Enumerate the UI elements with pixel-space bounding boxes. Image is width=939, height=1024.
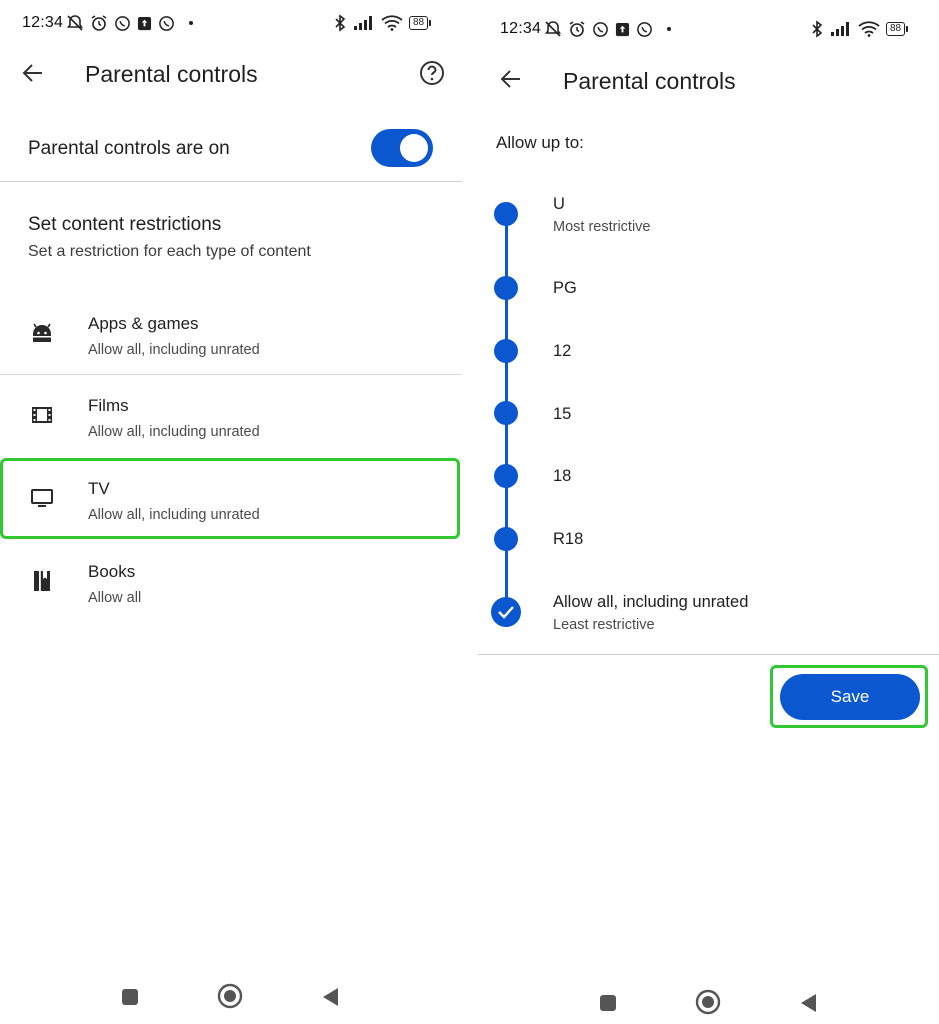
divider (0, 374, 462, 375)
more-notifications-dot-icon (667, 27, 671, 31)
section-title: Set content restrictions (28, 214, 222, 235)
status-bar: 12:34 88 (0, 0, 462, 44)
section-subtitle: Set a restriction for each type of conte… (28, 243, 311, 260)
whatsapp-icon (593, 21, 608, 37)
wifi-icon (381, 15, 403, 31)
app-bar: Parental controls (478, 60, 939, 110)
rating-subtitle: Most restrictive (553, 219, 651, 235)
alarm-icon (569, 21, 585, 37)
help-icon (420, 61, 444, 85)
check-icon (498, 606, 514, 619)
android-icon (29, 320, 55, 346)
list-item-title: Films (88, 396, 129, 415)
triangle-back-icon (323, 988, 338, 1006)
rating-dot (494, 339, 518, 363)
app-bar: Parental controls (0, 52, 462, 102)
allow-up-to-label: Allow up to: (496, 133, 584, 152)
square-icon (122, 989, 138, 1005)
rating-label: 18 (553, 467, 572, 485)
page-title: Parental controls (85, 61, 258, 87)
rating-selected-check (491, 597, 521, 627)
back-button[interactable] (19, 59, 47, 87)
bluetooth-icon (335, 14, 346, 32)
upload-icon (615, 22, 630, 36)
nav-bar (478, 986, 939, 1024)
back-button[interactable] (497, 65, 525, 93)
whatsapp-icon (115, 15, 130, 31)
rating-label: PG (553, 279, 577, 297)
rating-dot (494, 401, 518, 425)
home-button[interactable] (693, 987, 723, 1017)
signal-icon (354, 16, 372, 30)
rating-dot (494, 527, 518, 551)
list-item-apps-games[interactable]: Apps & games Allow all, including unrate… (0, 300, 462, 380)
square-icon (600, 995, 616, 1011)
more-notifications-dot-icon (189, 21, 193, 25)
rating-label: 12 (553, 342, 572, 360)
list-item-films[interactable]: Films Allow all, including unrated (0, 382, 462, 462)
status-notification-icons (66, 14, 193, 32)
status-notification-icons (544, 20, 671, 38)
nav-bar (0, 980, 462, 1020)
switch-knob (400, 134, 428, 162)
battery-icon: 88 (409, 16, 432, 30)
rating-dot (494, 464, 518, 488)
list-item-subtitle: Allow all, including unrated (88, 342, 260, 358)
toggle-label: Parental controls are on (28, 138, 230, 159)
wifi-icon (858, 21, 880, 37)
list-item-subtitle: Allow all (88, 590, 142, 606)
recents-button[interactable] (593, 988, 623, 1018)
triangle-back-icon (801, 994, 816, 1012)
rating-label: U (553, 195, 565, 213)
status-bar: 12:34 88 (478, 6, 939, 50)
status-time: 12:34 (500, 20, 542, 37)
list-item-books[interactable]: Books Allow all (0, 548, 462, 628)
status-time: 12:34 (22, 14, 64, 31)
rating-subtitle: Least restrictive (553, 617, 655, 633)
arrow-back-icon (500, 70, 520, 88)
alarm-icon (91, 15, 107, 31)
page-title: Parental controls (563, 68, 736, 94)
list-item-title: Books (88, 562, 136, 581)
status-system-icons: 88 (333, 14, 432, 32)
circle-icon (217, 983, 243, 1009)
divider (478, 654, 939, 655)
rating-dot (494, 202, 518, 226)
left-screen: 12:34 88 Parental controls Parental cont… (0, 0, 462, 1024)
circle-icon (695, 989, 721, 1015)
upload-icon (137, 16, 152, 30)
rating-dot (494, 276, 518, 300)
parental-controls-switch[interactable] (371, 129, 433, 167)
whatsapp-icon-2 (637, 21, 652, 37)
right-screen: 12:34 88 Parental controls Allow up to: … (478, 0, 939, 1024)
rating-label: R18 (553, 530, 584, 548)
help-button[interactable] (418, 59, 446, 87)
film-icon (29, 402, 55, 428)
book-icon (29, 568, 55, 594)
rating-label: Allow all, including unrated (553, 593, 749, 611)
arrow-back-icon (22, 64, 42, 82)
battery-icon: 88 (886, 22, 909, 36)
home-button[interactable] (215, 981, 245, 1011)
rating-label: 15 (553, 405, 572, 423)
muted-bell-icon (544, 21, 562, 37)
back-nav-button[interactable] (793, 988, 823, 1018)
signal-icon (831, 22, 849, 36)
list-item-subtitle: Allow all, including unrated (88, 424, 260, 440)
whatsapp-icon-2 (159, 15, 174, 31)
status-system-icons: 88 (810, 20, 909, 38)
bluetooth-icon (812, 20, 823, 38)
muted-bell-icon (66, 15, 84, 31)
highlight-box-tv (0, 458, 460, 539)
list-item-title: Apps & games (88, 314, 199, 333)
highlight-box-save (770, 665, 928, 728)
recents-button[interactable] (115, 982, 145, 1012)
back-nav-button[interactable] (315, 982, 345, 1012)
